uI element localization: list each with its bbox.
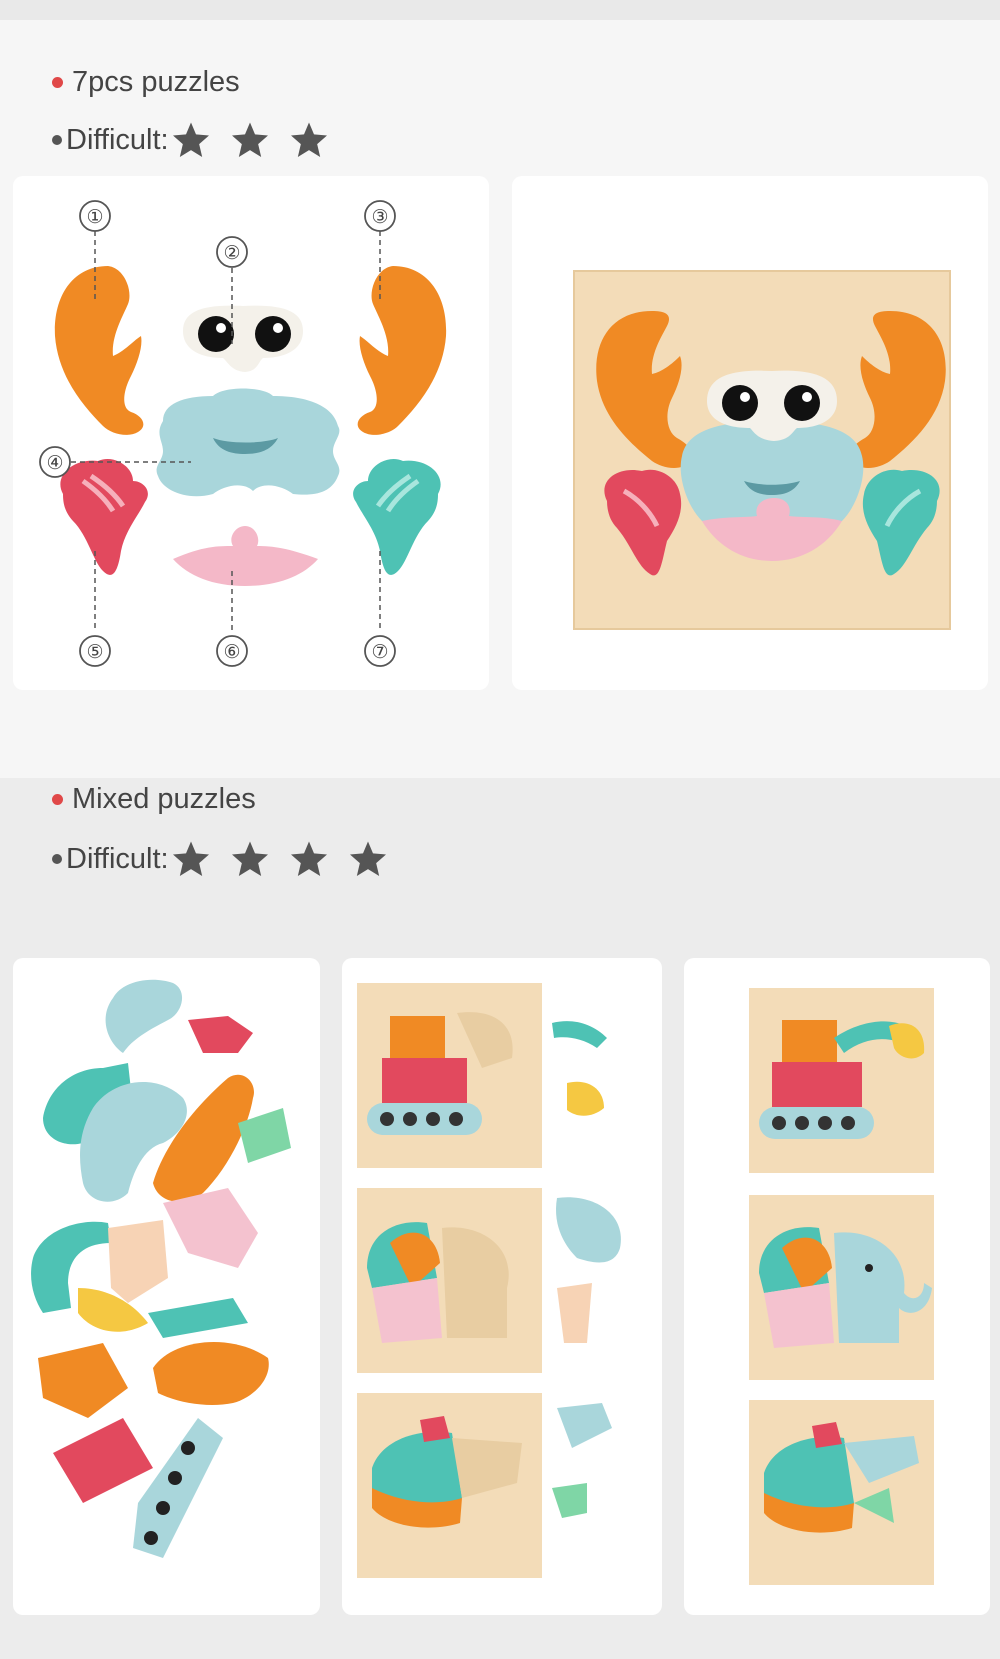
excavator-body (382, 1058, 467, 1103)
right-claw-piece (357, 266, 447, 435)
scattered-pieces-panel (13, 958, 320, 1615)
puzzle-piece (552, 1021, 607, 1048)
callout-number-1: ① (86, 206, 103, 228)
puzzle-piece (556, 1197, 621, 1263)
completed-boards-panel (684, 958, 990, 1615)
body-piece (156, 388, 340, 497)
partial-boards-illustration (357, 983, 621, 1578)
star-icon (231, 122, 268, 157)
section-mixed: Mixed puzzles Difficult: (0, 778, 1000, 1659)
callout-number-4: ④ (46, 452, 63, 474)
section-7pcs: 7pcs puzzles Difficult: ① ② ③ ④ ⑤ ⑥ ⑦ (0, 20, 1000, 778)
puzzle-piece (567, 1081, 604, 1116)
callout-number-5: ⑤ (86, 641, 103, 663)
callout-number-7: ⑦ (371, 641, 388, 663)
crab-assembled-illustration (573, 270, 951, 630)
puzzle-piece (188, 1016, 253, 1053)
star-icon (172, 122, 209, 157)
puzzle-piece (557, 1403, 612, 1448)
section-title-row: Mixed puzzles (52, 783, 256, 816)
scattered-pieces-illustration (31, 979, 291, 1558)
left-claw-piece (54, 266, 144, 435)
difficulty-label: Difficult: (66, 123, 169, 156)
right-eye (255, 316, 291, 352)
section-title: Mixed puzzles (72, 783, 256, 815)
puzzle-piece (38, 1343, 128, 1418)
star-icon (290, 122, 327, 157)
callout-number-6: ⑥ (223, 641, 240, 663)
section-title-row: 7pcs puzzles (52, 66, 240, 99)
bullet-dot (52, 77, 63, 88)
puzzle-piece (552, 1483, 587, 1518)
puzzle-piece (163, 1188, 258, 1268)
difficulty-stars (171, 120, 348, 160)
left-eye (198, 316, 234, 352)
difficulty-row: Difficult: (52, 120, 348, 160)
star-icon (290, 841, 327, 876)
star-icon (231, 841, 268, 876)
star-icon (172, 841, 209, 876)
section-title: 7pcs puzzles (72, 66, 240, 98)
top-strip (0, 0, 1000, 20)
left-leg-piece (60, 458, 148, 575)
right-leg-piece (353, 458, 441, 575)
completed-boards-illustration (749, 988, 934, 1585)
callout-number-2: ② (223, 242, 240, 264)
crab-exploded-panel: ① ② ③ ④ ⑤ ⑥ ⑦ (13, 176, 489, 690)
puzzle-piece (148, 1298, 248, 1338)
star-icon (349, 841, 386, 876)
puzzle-piece (108, 1220, 168, 1303)
bottom-piece (173, 526, 318, 586)
puzzle-piece (53, 1418, 153, 1503)
partial-boards-panel (342, 958, 662, 1615)
bullet-dot (52, 794, 63, 805)
difficulty-row: Difficult: (52, 839, 407, 879)
crab-exploded-illustration: ① ② ③ ④ ⑤ ⑥ ⑦ (39, 200, 447, 667)
bullet-dot (52, 135, 62, 145)
excavator-cab (390, 1016, 445, 1061)
crab-assembled-panel (512, 176, 988, 690)
puzzle-piece (105, 979, 183, 1053)
difficulty-label: Difficult: (66, 842, 169, 875)
bullet-dot (52, 854, 62, 864)
puzzle-piece (557, 1283, 592, 1343)
callout-number-3: ③ (371, 206, 388, 228)
puzzle-piece (153, 1341, 269, 1405)
difficulty-stars (171, 839, 407, 879)
